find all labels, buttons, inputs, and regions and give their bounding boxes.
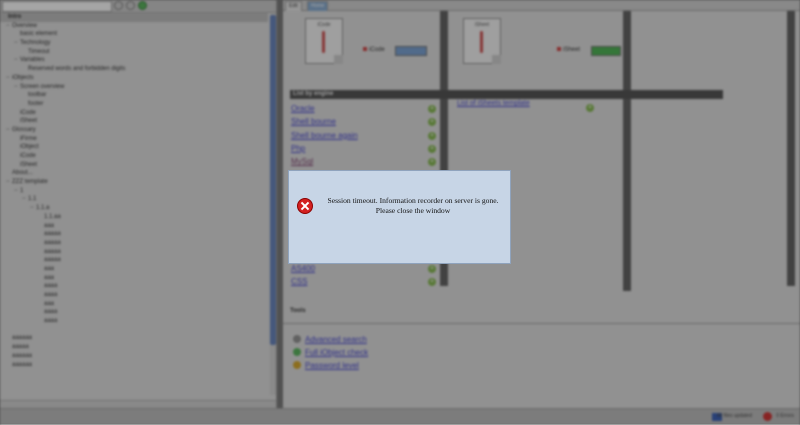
error-icon: [297, 198, 313, 214]
dialog-message: Session timeout. Information recorder on…: [327, 196, 499, 215]
session-timeout-dialog: Session timeout. Information recorder on…: [288, 170, 511, 264]
